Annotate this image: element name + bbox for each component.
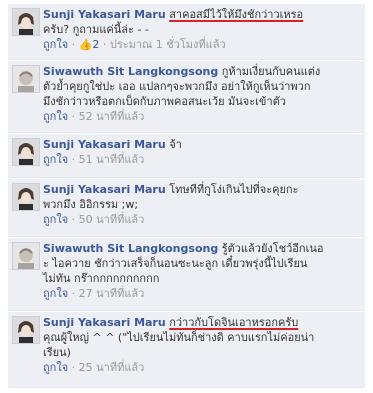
comment-time[interactable]: 50 นาทีที่แล้ว [79, 213, 145, 226]
comment-text-line: พวกมึง อิอิกรรม ;w; [43, 198, 139, 211]
comment-author[interactable]: Siwawuth Sit Langkongsong [43, 65, 218, 78]
comment-author[interactable]: Sunji Yakasari Maru [43, 183, 166, 196]
comment-text-line: เรียน) [43, 346, 71, 359]
like-link[interactable]: ถูกใจ [43, 110, 68, 123]
comment-text-line: ะ ไอควาย ชักว่าวเสร็จก็นอนซะนะลูก เดี๋ยว… [43, 257, 308, 270]
meta-separator: · [68, 287, 79, 300]
comment-text-line: มึงชักว่าวหรือตกเบ็ดกับภาพคอสนะเว้ย มันจ… [43, 95, 286, 108]
avatar[interactable] [12, 242, 40, 270]
comment-text: จ้า [169, 138, 182, 151]
comment-meta: ถูกใจ · 25 นาทีที่แล้ว [43, 360, 359, 375]
comment-author[interactable]: Sunji Yakasari Maru [43, 8, 166, 21]
comment-meta: ถูกใจ · 52 นาทีที่แล้ว [43, 109, 359, 124]
comment-time[interactable]: 51 นาทีที่แล้ว [79, 153, 145, 166]
comment-time[interactable]: 27 นาทีที่แล้ว [79, 287, 145, 300]
comment-text-line: ไม่ทัน กร๊ากกกกกกกกกก [43, 272, 160, 285]
comment: Sunji Yakasari Maru จ้า ถูกใจ · 51 นาทีท… [8, 134, 365, 178]
comment-text-line: ตัวย้ำคุยกูใช่ปะ เออ แปลกๆจะพวกมึง อย่าใ… [43, 80, 311, 93]
avatar-sunji-icon [13, 184, 39, 210]
avatar-siwawuth-icon [13, 243, 39, 269]
meta-separator: · [68, 213, 79, 226]
comment-author[interactable]: Sunji Yakasari Maru [43, 138, 166, 151]
comment-meta: ถูกใจ · 27 นาทีที่แล้ว [43, 286, 359, 301]
comment-text: โทษทีที่กูโง่เกินไปที่จะคุยกะ [169, 183, 299, 196]
avatar[interactable] [12, 316, 40, 344]
comment-meta: ถูกใจ · 50 นาทีที่แล้ว [43, 212, 359, 227]
meta-separator: · [68, 38, 79, 51]
like-link[interactable]: ถูกใจ [43, 361, 68, 374]
avatar-siwawuth-icon [13, 66, 39, 92]
thumbs-up-icon[interactable]: 👍 [79, 38, 93, 51]
avatar[interactable] [12, 8, 40, 36]
meta-separator: · [68, 153, 79, 166]
comment: Sunji Yakasari Maru สาคอสมีไว้ให้มึงชักว… [8, 4, 365, 60]
like-link[interactable]: ถูกใจ [43, 153, 68, 166]
meta-separator: · [68, 361, 79, 374]
avatar[interactable] [12, 138, 40, 166]
avatar[interactable] [12, 65, 40, 93]
avatar-sunji-icon [13, 139, 39, 165]
comment-text: กว่าวกับโดจินเอาหรอกครับ [169, 316, 299, 329]
comment-feed: Sunji Yakasari Maru สาคอสมีไว้ให้มึงชักว… [0, 0, 373, 393]
avatar-sunji-icon [13, 9, 39, 35]
comment-author[interactable]: Siwawuth Sit Langkongsong [43, 242, 218, 255]
comment: Sunji Yakasari Maru โทษทีที่กูโง่เกินไปท… [8, 179, 365, 237]
comment: Sunji Yakasari Maru กว่าวกับโดจินเอาหรอก… [8, 312, 365, 388]
comment-author[interactable]: Sunji Yakasari Maru [43, 316, 166, 329]
like-link[interactable]: ถูกใจ [43, 38, 68, 51]
comment: Siwawuth Sit Langkongsong กูห้ามเงี่ยนกั… [8, 61, 365, 133]
avatar[interactable] [12, 183, 40, 211]
comment-time[interactable]: 25 นาทีที่แล้ว [79, 361, 145, 374]
meta-separator: · [68, 110, 79, 123]
comment-text: กูห้ามเงี่ยนกับคนแต่ง [221, 65, 321, 78]
comment-text: สาคอสมีไว้ให้มึงชักว่าวเหรอ [169, 8, 304, 21]
comment-text-line: คุณผู้ใหญ่ ^ ^ ("ไปเรียนไม่ทันก็ช่างดิ ค… [43, 331, 315, 344]
comment-meta: ถูกใจ · 👍2 · ประมาณ 1 ชั่วโมงที่แล้ว [43, 37, 359, 52]
comment-text-line: ครับ? กูถามแค่นี้ล่ะ - - [43, 23, 149, 36]
avatar-sunji-icon [13, 317, 39, 343]
comment-meta: ถูกใจ · 51 นาทีที่แล้ว [43, 152, 359, 167]
like-link[interactable]: ถูกใจ [43, 213, 68, 226]
comment-time[interactable]: · ประมาณ 1 ชั่วโมงที่แล้ว [99, 38, 226, 51]
like-link[interactable]: ถูกใจ [43, 287, 68, 300]
comment-time[interactable]: 52 นาทีที่แล้ว [79, 110, 145, 123]
comment: Siwawuth Sit Langkongsong รู้ตัวแล้วยังโ… [8, 238, 365, 311]
comment-text: รู้ตัวแล้วยังโชว์อีกเนอ [221, 242, 324, 255]
